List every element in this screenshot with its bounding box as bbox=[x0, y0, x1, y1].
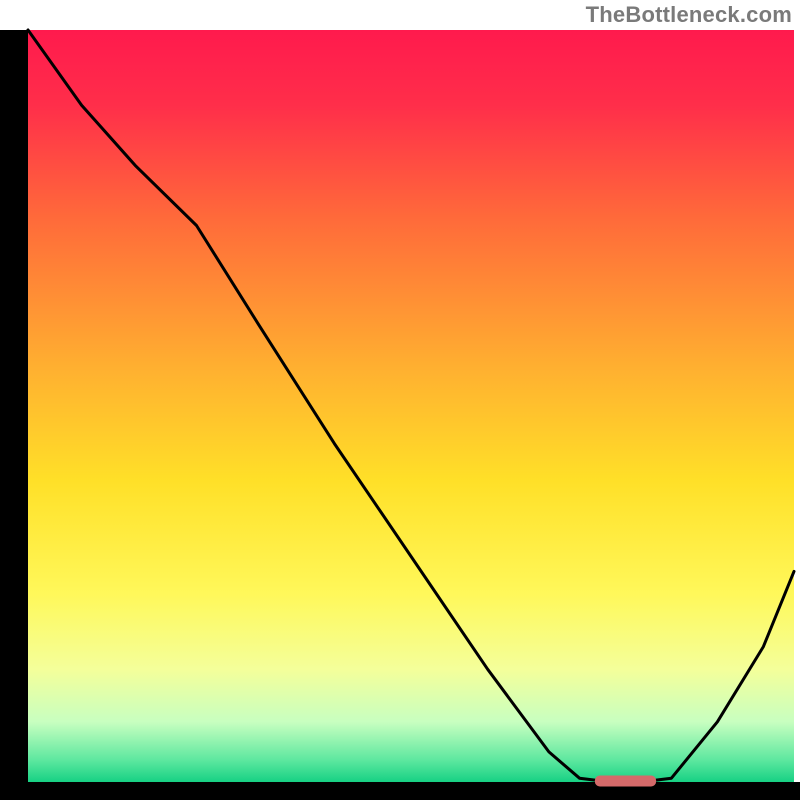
x-axis bbox=[0, 782, 800, 800]
watermark-text: TheBottleneck.com bbox=[586, 2, 792, 28]
bottleneck-chart bbox=[0, 0, 800, 800]
y-axis bbox=[0, 30, 28, 800]
optimal-range-marker bbox=[595, 776, 656, 787]
chart-container: TheBottleneck.com bbox=[0, 0, 800, 800]
plot-background bbox=[28, 30, 794, 782]
